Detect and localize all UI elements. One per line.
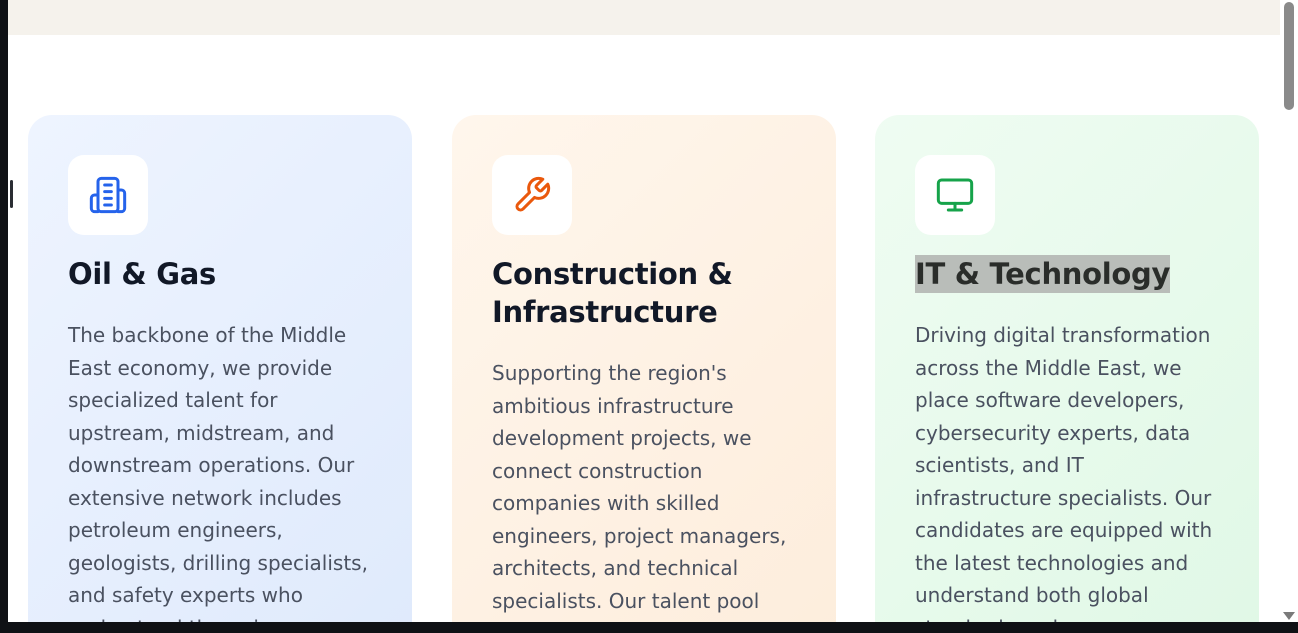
- monitor-icon: [936, 178, 974, 212]
- card-description: Supporting the region's ambitious infras…: [492, 361, 787, 613]
- industry-card-oil-gas: Oil & Gas The backbone of the Middle Eas…: [28, 115, 412, 622]
- card-description: The backbone of the Middle East economy,…: [68, 323, 368, 622]
- card-icon-box: [68, 155, 148, 235]
- card-title: Oil & Gas: [68, 257, 216, 291]
- building-icon: [89, 176, 127, 214]
- vertical-scrollbar[interactable]: [1280, 0, 1298, 622]
- industry-card-it-technology: IT & Technology Driving digital transfor…: [875, 115, 1259, 622]
- header-band: [8, 0, 1280, 35]
- scroll-down-arrow-icon[interactable]: [1283, 612, 1295, 620]
- card-description: Driving digital transformation across th…: [915, 323, 1213, 622]
- wrench-icon: [515, 176, 551, 212]
- industry-card-construction: Construction & Infrastructure Supporting…: [452, 115, 836, 622]
- card-icon-box: [492, 155, 572, 235]
- scrollbar-thumb[interactable]: [1284, 2, 1294, 110]
- card-title: Construction & Infrastructure: [492, 257, 733, 329]
- edge-marker: [10, 180, 13, 208]
- window-bottom-edge: [0, 622, 1298, 633]
- card-title: IT & Technology: [915, 255, 1171, 293]
- card-icon-box: [915, 155, 995, 235]
- page-viewport: Oil & Gas The backbone of the Middle Eas…: [8, 0, 1280, 622]
